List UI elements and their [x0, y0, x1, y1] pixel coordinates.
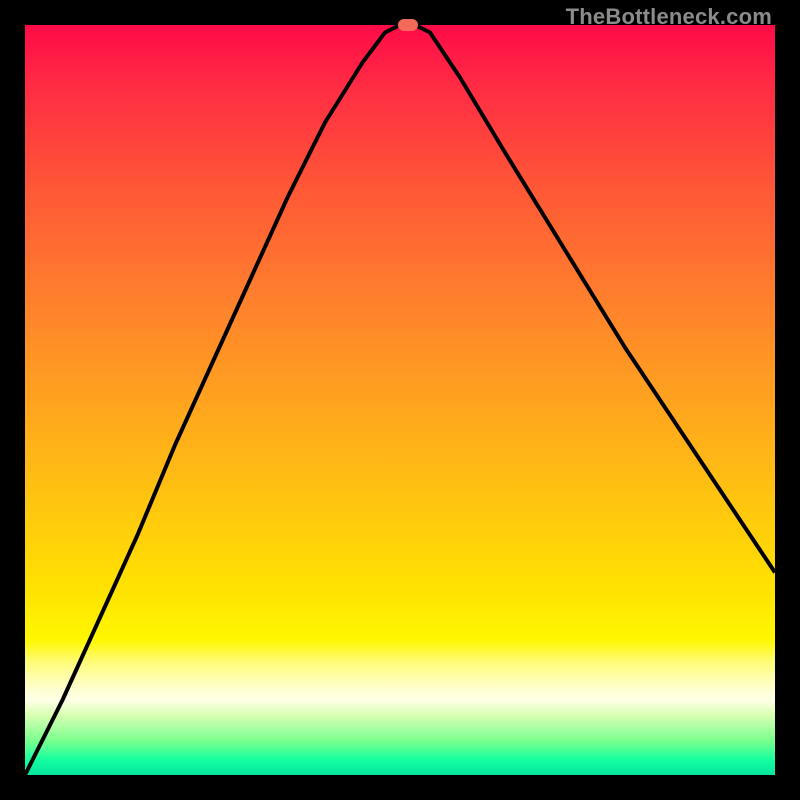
minimum-marker: [398, 19, 418, 31]
plot-area: [25, 25, 775, 775]
curve-path: [25, 25, 775, 775]
chart-container: TheBottleneck.com: [0, 0, 800, 800]
bottleneck-curve: [25, 25, 775, 775]
